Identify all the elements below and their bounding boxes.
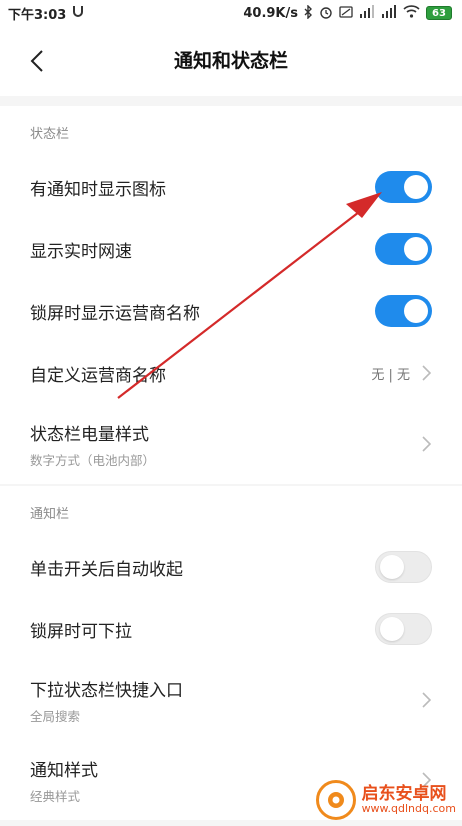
section-status-bar: 状态栏 有通知时显示图标 显示实时网速 锁屏时显示运营商名称 自定义运营商名称 … xyxy=(0,106,462,484)
section-header: 状态栏 xyxy=(30,127,70,142)
toggle-knob xyxy=(404,175,428,199)
row-label: 单击开关后自动收起 xyxy=(30,559,183,580)
notification-icon xyxy=(72,5,84,21)
watermark-url: www.qdlndq.com xyxy=(361,802,456,816)
row-value: 无 | 无 xyxy=(371,367,410,383)
clock: 下午3:03 xyxy=(8,7,67,23)
row-quick-entry[interactable]: 下拉状态栏快捷入口 全局搜索 xyxy=(0,660,462,740)
watermark-title: 启东安卓网 xyxy=(361,783,447,804)
toggle-knob xyxy=(404,299,428,323)
row-label: 通知样式 xyxy=(30,760,98,781)
toggle-switch[interactable] xyxy=(375,171,432,203)
row-label: 锁屏时显示运营商名称 xyxy=(30,303,200,324)
row-show-network-speed[interactable]: 显示实时网速 xyxy=(0,218,462,280)
system-status-bar: 下午3:03 40.9K/s 63 xyxy=(0,0,462,26)
toggle-switch[interactable] xyxy=(375,551,432,583)
row-label: 下拉状态栏快捷入口 xyxy=(30,680,183,701)
network-speed: 40.9K/s xyxy=(243,5,298,21)
row-subtitle: 全局搜索 xyxy=(30,708,81,724)
battery-indicator: 63 xyxy=(426,6,452,20)
row-label: 自定义运营商名称 xyxy=(30,365,166,386)
row-show-icon-on-notification[interactable]: 有通知时显示图标 xyxy=(0,156,462,218)
toggle-switch[interactable] xyxy=(375,233,432,265)
toggle-knob xyxy=(380,617,404,641)
row-subtitle: 数字方式（电池内部） xyxy=(30,452,156,468)
chevron-right-icon xyxy=(422,436,432,452)
chevron-right-icon xyxy=(422,365,432,381)
row-label: 显示实时网速 xyxy=(30,241,132,262)
row-label: 状态栏电量样式 xyxy=(30,424,149,445)
alarm-icon xyxy=(319,5,333,22)
signal-icon xyxy=(359,5,375,21)
bluetooth-icon xyxy=(304,3,313,22)
signal-icon-2 xyxy=(381,5,397,21)
mute-icon xyxy=(339,5,353,22)
toggle-switch[interactable] xyxy=(375,613,432,645)
row-auto-collapse[interactable]: 单击开关后自动收起 xyxy=(0,536,462,598)
page-title: 通知和状态栏 xyxy=(173,50,288,72)
row-custom-carrier-name[interactable]: 自定义运营商名称 无 | 无 xyxy=(0,342,462,404)
row-label: 有通知时显示图标 xyxy=(30,179,166,200)
watermark: 启东安卓网 www.qdlndq.com xyxy=(315,780,456,820)
section-notification-bar: 通知栏 单击开关后自动收起 锁屏时可下拉 下拉状态栏快捷入口 全局搜索 通知样式… xyxy=(0,486,462,820)
chevron-right-icon xyxy=(422,692,432,708)
title-bar: 通知和状态栏 xyxy=(0,26,462,96)
row-subtitle: 经典样式 xyxy=(30,788,81,804)
toggle-knob xyxy=(404,237,428,261)
toggle-switch[interactable] xyxy=(375,295,432,327)
toggle-knob xyxy=(380,555,404,579)
watermark-logo-icon xyxy=(315,780,356,820)
row-battery-style[interactable]: 状态栏电量样式 数字方式（电池内部） xyxy=(0,404,462,484)
row-lockscreen-carrier-name[interactable]: 锁屏时显示运营商名称 xyxy=(0,280,462,342)
wifi-icon xyxy=(403,5,420,21)
section-header: 通知栏 xyxy=(30,507,70,522)
row-label: 锁屏时可下拉 xyxy=(30,621,132,642)
row-lockscreen-pulldown[interactable]: 锁屏时可下拉 xyxy=(0,598,462,660)
